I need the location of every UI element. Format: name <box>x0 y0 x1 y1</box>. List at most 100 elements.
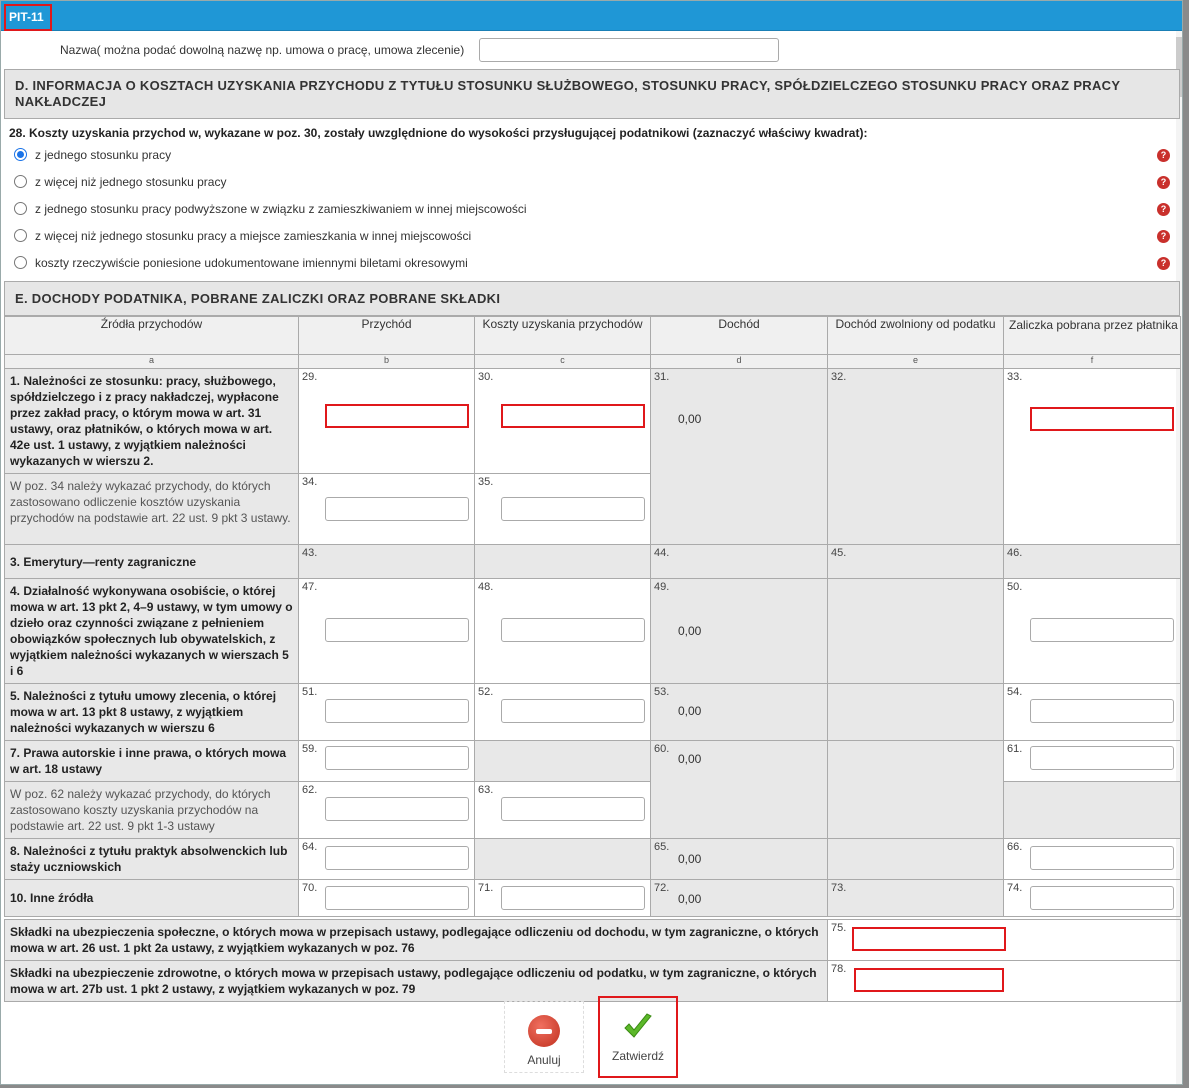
input-48[interactable] <box>501 618 645 642</box>
pos-number: 72. <box>654 882 670 894</box>
pos-number: 78. <box>831 963 847 975</box>
col-header-revenue: Przychód <box>298 316 475 355</box>
cell-60: 60. 0,00 <box>650 740 828 839</box>
income-table: Źródła przychodów Przychód Koszty uzyska… <box>4 316 1181 917</box>
help-icon[interactable]: ? <box>1157 230 1170 243</box>
radio-option-label[interactable]: z więcej niż jednego stosunku pracy a mi… <box>35 229 471 243</box>
radio-option-label[interactable]: z więcej niż jednego stosunku pracy <box>35 175 226 189</box>
cell-52: 52. <box>474 683 651 741</box>
cell-61: 61. <box>1003 740 1181 782</box>
input-47[interactable] <box>325 618 469 642</box>
input-51[interactable] <box>325 699 469 723</box>
radio-button[interactable] <box>14 256 27 269</box>
pos-number: 74. <box>1007 882 1023 894</box>
input-33[interactable] <box>1030 407 1174 431</box>
input-61[interactable] <box>1030 746 1174 770</box>
pos-number: 63. <box>478 784 494 796</box>
col-header-costs: Koszty uzyskania przychodów <box>474 316 651 355</box>
pos-number: 70. <box>302 882 318 894</box>
cell-64: 64. <box>298 838 475 880</box>
input-64[interactable] <box>325 846 469 870</box>
radio-button[interactable] <box>14 175 27 188</box>
confirm-button-label[interactable]: Zatwierdź <box>600 1049 676 1063</box>
radio-option-5[interactable]: koszty rzeczywiście poniesione udokument… <box>4 250 1180 277</box>
value-53: 0,00 <box>678 704 702 718</box>
radio-button-selected[interactable] <box>14 148 27 161</box>
input-59[interactable] <box>325 746 469 770</box>
radio-button[interactable] <box>14 202 27 215</box>
col-letter: d <box>650 354 828 369</box>
col-letter: e <box>827 354 1004 369</box>
input-35[interactable] <box>501 497 645 521</box>
pit11-dialog: PIT-11 Nazwa( można podać dowolną nazwę … <box>0 0 1183 1085</box>
cancel-icon <box>528 1015 560 1047</box>
col-header-income: Dochód <box>650 316 828 355</box>
cell-empty <box>827 740 1004 839</box>
pos-number: 60. <box>654 743 670 755</box>
checkmark-icon <box>622 1011 654 1043</box>
cell-empty <box>474 740 651 782</box>
cell-33: 33. <box>1003 368 1181 545</box>
radio-option-1[interactable]: z jednego stosunku pracy ? <box>4 142 1180 169</box>
help-icon[interactable]: ? <box>1157 257 1170 270</box>
input-50[interactable] <box>1030 618 1174 642</box>
name-field-input[interactable] <box>479 38 779 62</box>
input-29[interactable] <box>325 404 469 428</box>
section-e-header: E. DOCHODY PODATNIKA, POBRANE ZALICZKI O… <box>4 281 1180 316</box>
form-content: D. INFORMACJA O KOSZTACH UZYSKANIA PRZYC… <box>4 69 1181 1002</box>
help-icon[interactable]: ? <box>1157 149 1170 162</box>
pos-number: 32. <box>831 371 847 383</box>
pos-number: 51. <box>302 686 318 698</box>
input-30[interactable] <box>501 404 645 428</box>
cell-empty <box>474 838 651 880</box>
cancel-button[interactable]: Anuluj <box>504 1001 584 1073</box>
cell-71: 71. <box>474 879 651 917</box>
col-header-advance: Zaliczka pobrana przez płatnika <box>1003 316 1181 355</box>
cell-53: 53. 0,00 <box>650 683 828 741</box>
cell-73: 73. <box>827 879 1004 917</box>
radio-option-4[interactable]: z więcej niż jednego stosunku pracy a mi… <box>4 223 1180 250</box>
radio-option-label[interactable]: z jednego stosunku pracy podwyższone w z… <box>35 202 527 216</box>
input-75[interactable] <box>852 927 1006 951</box>
pos-number: 75. <box>831 922 847 934</box>
pos-number: 43. <box>302 547 318 559</box>
col-header-source: Źródła przychodów <box>4 316 299 355</box>
help-icon[interactable]: ? <box>1157 176 1170 189</box>
contrib-social-label: Składki na ubezpieczenia społeczne, o kt… <box>4 919 828 961</box>
pos-number: 46. <box>1007 547 1023 559</box>
cell-62: 62. <box>298 781 475 839</box>
cell-70: 70. <box>298 879 475 917</box>
input-54[interactable] <box>1030 699 1174 723</box>
value-31: 0,00 <box>678 412 702 426</box>
row-label-10: 10. Inne źródła <box>4 879 299 917</box>
input-66[interactable] <box>1030 846 1174 870</box>
row-label-1-sub: W poz. 34 należy wykazać przychody, do k… <box>4 473 299 545</box>
dialog-titlebar: PIT-11 <box>1 1 1182 31</box>
input-74[interactable] <box>1030 886 1174 910</box>
radio-option-3[interactable]: z jednego stosunku pracy podwyższone w z… <box>4 196 1180 223</box>
radio-option-label[interactable]: koszty rzeczywiście poniesione udokument… <box>35 256 468 270</box>
input-63[interactable] <box>501 797 645 821</box>
radio-button[interactable] <box>14 229 27 242</box>
pos-number: 31. <box>654 371 670 383</box>
cancel-button-label[interactable]: Anuluj <box>505 1053 583 1067</box>
pos-number: 33. <box>1007 371 1023 383</box>
value-49: 0,00 <box>678 624 702 638</box>
pos-number: 29. <box>302 371 318 383</box>
row-label-5: 5. Należności z tytułu umowy zlecenia, o… <box>4 683 299 741</box>
radio-option-label[interactable]: z jednego stosunku pracy <box>35 148 171 162</box>
input-71[interactable] <box>501 886 645 910</box>
pos-number: 30. <box>478 371 494 383</box>
cell-31: 31. 0,00 <box>650 368 828 545</box>
radio-option-2[interactable]: z więcej niż jednego stosunku pracy ? <box>4 169 1180 196</box>
help-icon[interactable]: ? <box>1157 203 1170 216</box>
input-70[interactable] <box>325 886 469 910</box>
col-letter: f <box>1003 354 1181 369</box>
input-34[interactable] <box>325 497 469 521</box>
cell-48: 48. <box>474 578 651 684</box>
input-52[interactable] <box>501 699 645 723</box>
input-62[interactable] <box>325 797 469 821</box>
cell-29: 29. <box>298 368 475 474</box>
pos-number: 34. <box>302 476 318 488</box>
confirm-button[interactable]: Zatwierdź <box>598 996 678 1078</box>
